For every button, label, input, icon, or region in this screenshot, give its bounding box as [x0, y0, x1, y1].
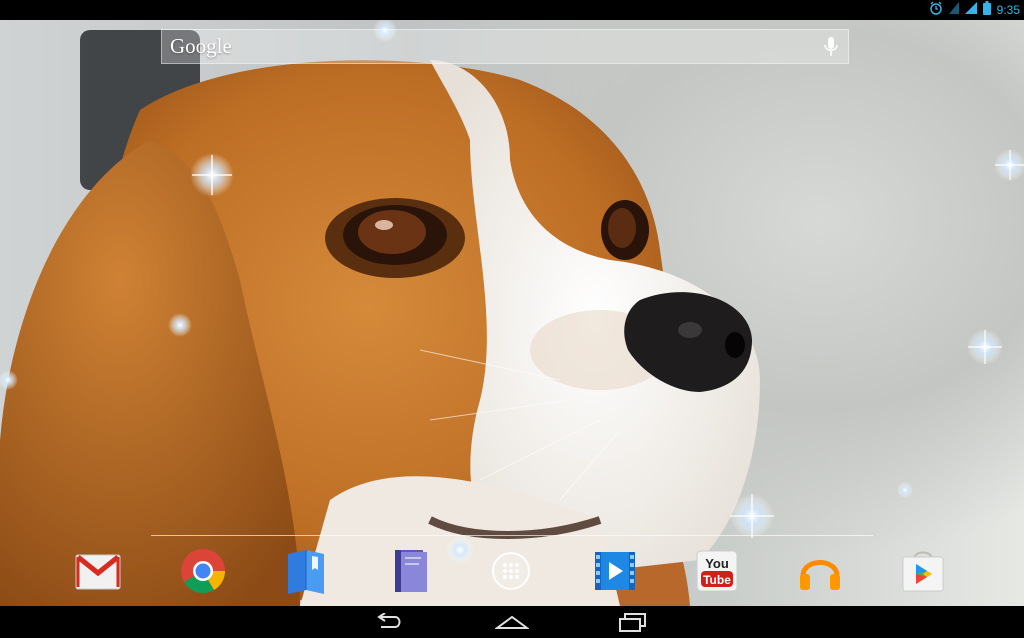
beagle-wallpaper-image [0, 20, 1024, 606]
google-search-bar[interactable]: Google [161, 29, 849, 64]
signal-icon [964, 1, 977, 19]
alarm-icon [929, 1, 943, 20]
google-logo: Google [170, 34, 232, 58]
wifi-icon [948, 1, 959, 19]
play-books-icon[interactable] [281, 546, 331, 596]
microphone-icon[interactable] [824, 36, 838, 63]
status-bar: 9:35 [0, 0, 1024, 20]
recents-icon[interactable] [608, 610, 656, 634]
clock: 9:35 [996, 3, 1020, 17]
navigation-bar [0, 606, 1024, 638]
battery-icon [982, 0, 991, 20]
wallpaper [0, 20, 1024, 606]
home-icon[interactable] [488, 610, 536, 634]
gmail-icon[interactable] [73, 546, 123, 596]
dock-divider [151, 535, 873, 536]
play-movies-icon[interactable] [590, 546, 640, 596]
back-icon[interactable] [366, 610, 414, 634]
youtube-icon[interactable]: You Tube [692, 546, 742, 596]
play-store-icon[interactable] [898, 546, 948, 596]
book-icon[interactable] [384, 546, 434, 596]
youtube-label-bottom: Tube [703, 573, 731, 587]
app-drawer-icon[interactable] [486, 546, 536, 596]
headphones-icon[interactable] [795, 546, 845, 596]
chrome-icon[interactable] [178, 546, 228, 596]
youtube-label-top: You [705, 556, 729, 571]
